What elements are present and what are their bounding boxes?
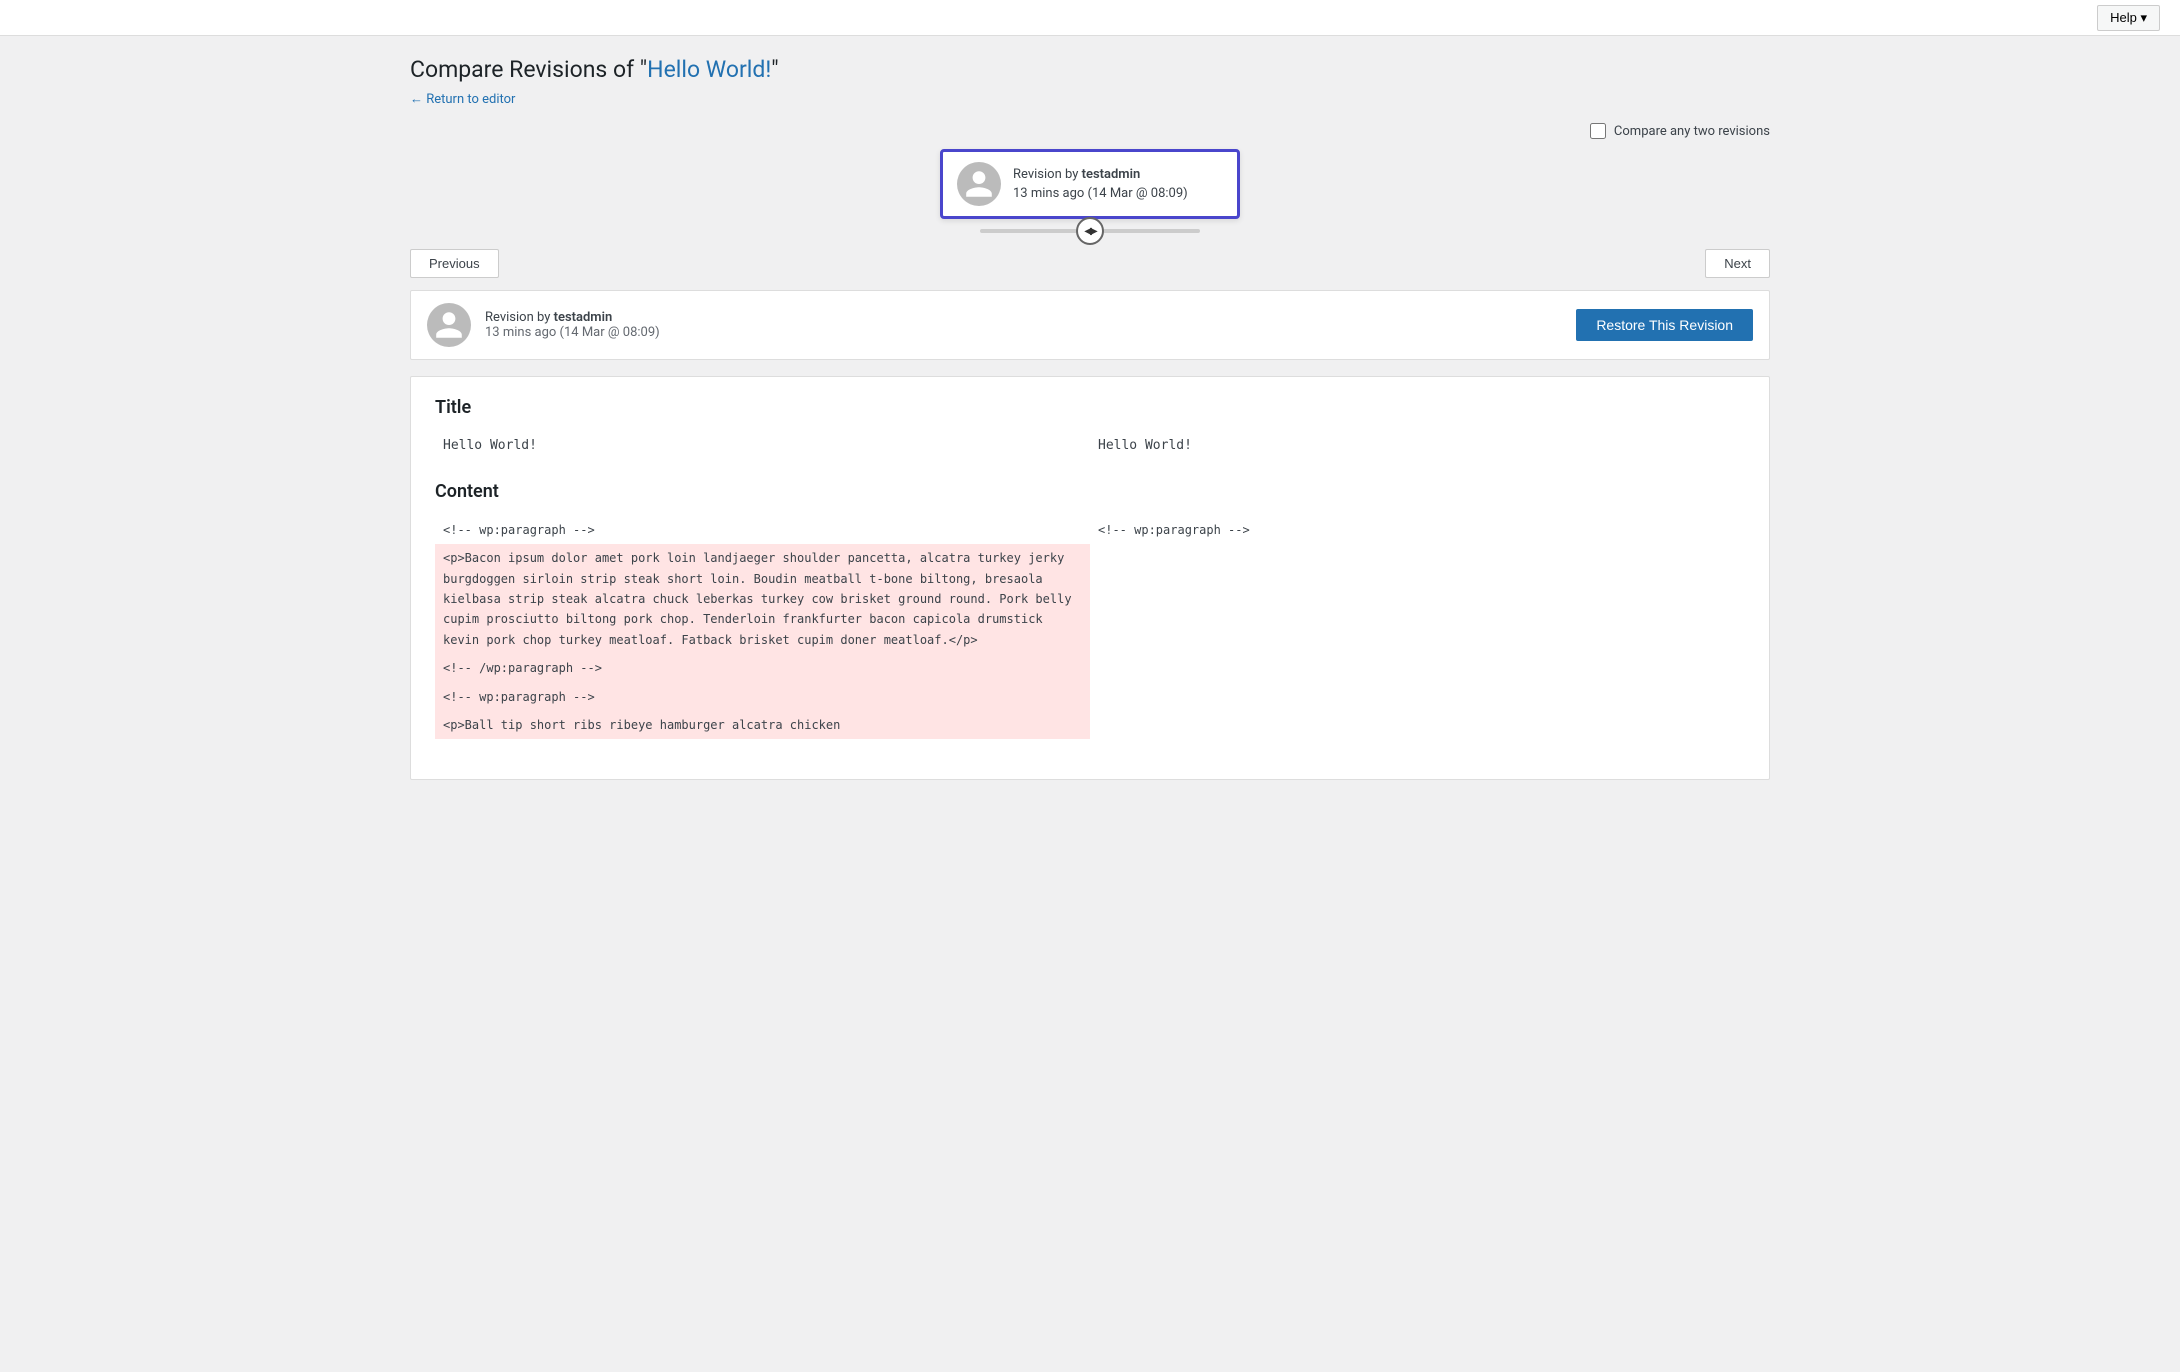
- diff-wrap: Title Hello World! Hello World! Content …: [410, 376, 1770, 780]
- table-row: Hello World! Hello World!: [435, 432, 1745, 461]
- post-title-link[interactable]: Hello World!: [647, 56, 771, 83]
- slider-track[interactable]: [980, 229, 1200, 233]
- table-row: <!-- wp:paragraph -->: [435, 683, 1745, 711]
- revision-time: 13 mins ago (14 Mar @ 08:09): [1013, 184, 1188, 204]
- table-row: <!-- wp:paragraph --> <!-- wp:paragraph …: [435, 516, 1745, 544]
- content-close-comment-right: [1090, 654, 1745, 682]
- revision-author: testadmin: [1082, 167, 1141, 182]
- revision-bar-left: Revision by testadmin 13 mins ago (14 Ma…: [427, 303, 660, 347]
- content-comment-open2-right: [1090, 683, 1745, 711]
- revision-by-label: Revision by: [1013, 167, 1078, 182]
- slider-area: Revision by testadmin 13 mins ago (14 Ma…: [410, 149, 1770, 233]
- revision-bar-avatar: [427, 303, 471, 347]
- table-row: <p>Bacon ipsum dolor amet pork loin land…: [435, 544, 1745, 654]
- title-prefix: Compare Revisions of ": [410, 56, 647, 83]
- compare-any-row: Compare any two revisions: [410, 123, 1770, 139]
- content-close-comment-left: <!-- /wp:paragraph -->: [435, 654, 1090, 682]
- next-label: Next: [1724, 256, 1751, 271]
- title-diff-block: Title Hello World! Hello World!: [435, 397, 1745, 461]
- top-bar: Help ▾: [0, 0, 2180, 36]
- help-label: Help ▾: [2110, 10, 2147, 26]
- revision-by-line: Revision by testadmin: [1013, 165, 1188, 185]
- revision-time-ago: 13 mins ago: [1013, 186, 1084, 201]
- table-row: <p>Ball tip short ribs ribeye hamburger …: [435, 711, 1745, 739]
- help-button[interactable]: Help ▾: [2097, 5, 2160, 31]
- revision-bar-time: 13 mins ago (14 Mar @ 08:09): [485, 325, 660, 340]
- avatar: [957, 162, 1001, 206]
- compare-any-text: Compare any two revisions: [1614, 124, 1770, 139]
- previous-button[interactable]: Previous: [410, 249, 499, 278]
- page-title: Compare Revisions of "Hello World!": [410, 56, 1770, 83]
- previous-label: Previous: [429, 256, 480, 271]
- revision-bar-date: (14 Mar @ 08:09): [560, 325, 660, 340]
- revision-bar: Revision by testadmin 13 mins ago (14 Ma…: [410, 290, 1770, 360]
- content-partial-right: [1090, 711, 1745, 739]
- slider-thumb[interactable]: [1076, 217, 1104, 245]
- slider-track-wrap[interactable]: [980, 229, 1200, 233]
- title-suffix: ": [771, 56, 778, 83]
- content-right-empty: [1090, 544, 1745, 654]
- content-diff-table: <!-- wp:paragraph --> <!-- wp:paragraph …: [435, 516, 1745, 740]
- content-partial-left: <p>Ball tip short ribs ribeye hamburger …: [435, 711, 1090, 739]
- restore-label: Restore This Revision: [1596, 317, 1733, 333]
- revision-bar-by-label: Revision by: [485, 310, 550, 325]
- revision-bar-time-ago: 13 mins ago: [485, 325, 556, 340]
- next-button[interactable]: Next: [1705, 249, 1770, 278]
- revision-tooltip: Revision by testadmin 13 mins ago (14 Ma…: [940, 149, 1240, 219]
- revision-info: Revision by testadmin 13 mins ago (14 Ma…: [1013, 165, 1188, 204]
- content-removed-block: <p>Bacon ipsum dolor amet pork loin land…: [435, 544, 1090, 654]
- nav-row: Previous Next: [410, 249, 1770, 278]
- content-right-comment-open: <!-- wp:paragraph -->: [1090, 516, 1745, 544]
- content-left-comment-open: <!-- wp:paragraph -->: [435, 516, 1090, 544]
- content-comment-open2-left: <!-- wp:paragraph -->: [435, 683, 1090, 711]
- return-to-editor-link[interactable]: ← Return to editor: [410, 91, 515, 107]
- return-link-text: ← Return to editor: [410, 92, 515, 107]
- revision-bar-author: testadmin: [554, 310, 613, 325]
- compare-any-label[interactable]: Compare any two revisions: [1590, 123, 1770, 139]
- title-diff-table: Hello World! Hello World!: [435, 432, 1745, 461]
- title-section-label: Title: [435, 397, 1745, 418]
- title-left: Hello World!: [435, 432, 1090, 461]
- restore-revision-button[interactable]: Restore This Revision: [1576, 309, 1753, 341]
- compare-any-checkbox[interactable]: [1590, 123, 1606, 139]
- revision-bar-info: Revision by testadmin 13 mins ago (14 Ma…: [485, 310, 660, 340]
- revision-date: (14 Mar @ 08:09): [1088, 186, 1188, 201]
- content-diff-block: Content <!-- wp:paragraph --> <!-- wp:pa…: [435, 481, 1745, 740]
- removed-text: <p>Bacon ipsum dolor amet pork loin land…: [443, 551, 1072, 647]
- table-row: <!-- /wp:paragraph -->: [435, 654, 1745, 682]
- page-wrap: Compare Revisions of "Hello World!" ← Re…: [390, 36, 1790, 820]
- title-right: Hello World!: [1090, 432, 1745, 461]
- revision-bar-by-line: Revision by testadmin: [485, 310, 660, 325]
- content-section-label: Content: [435, 481, 1745, 502]
